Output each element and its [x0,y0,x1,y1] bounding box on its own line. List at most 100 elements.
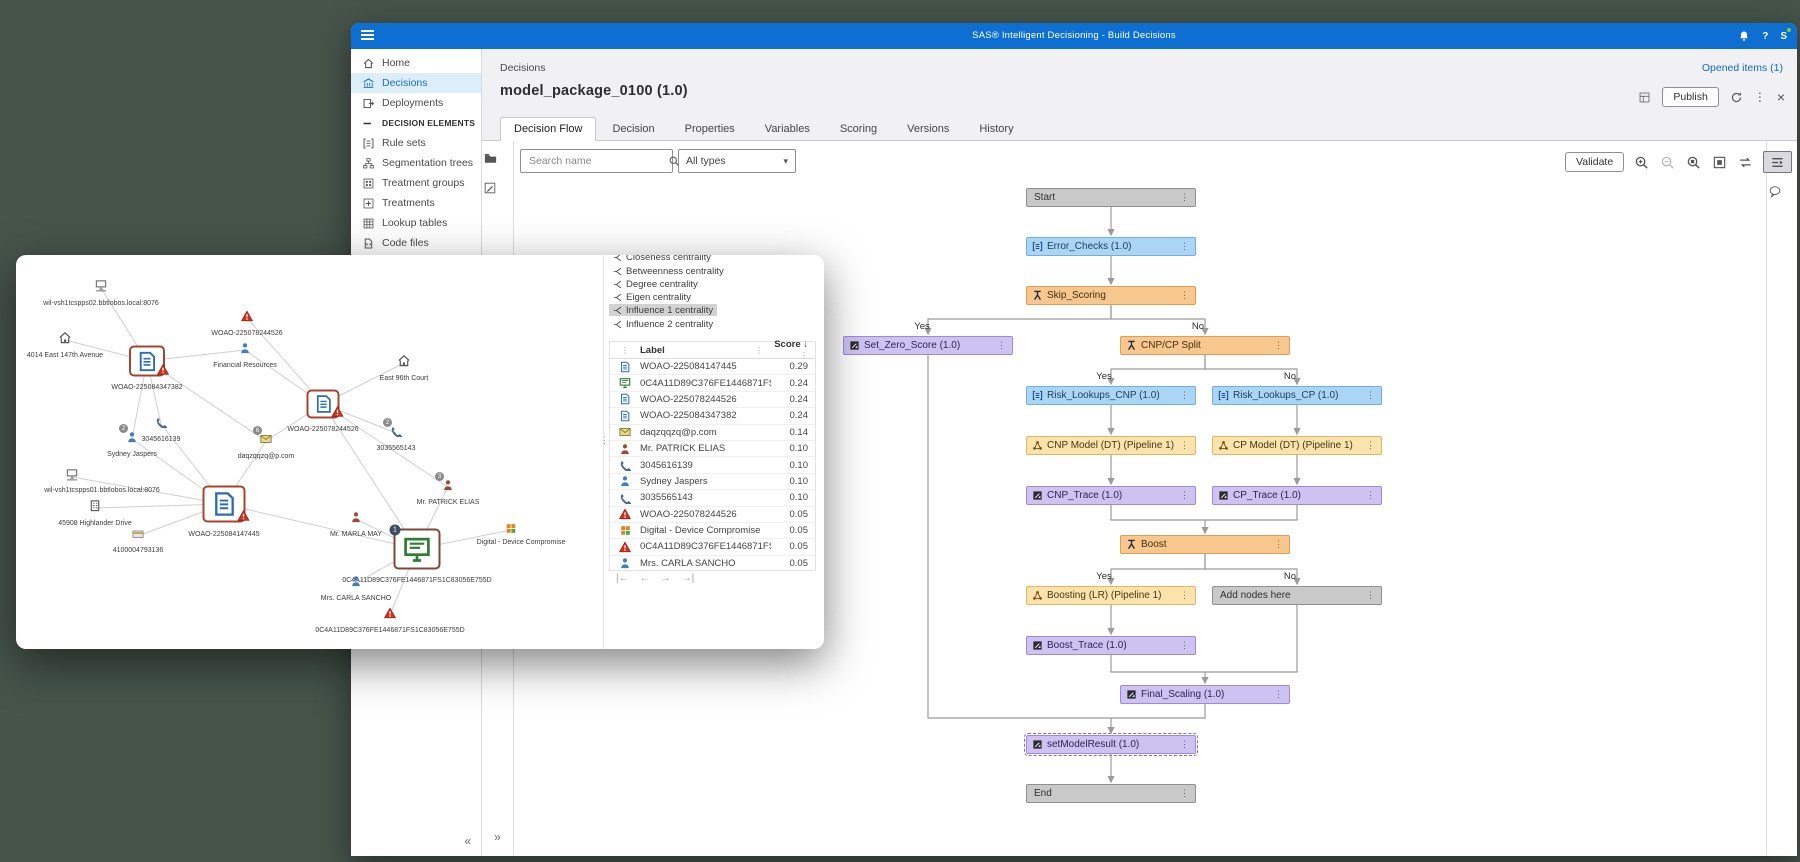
node-options-icon[interactable]: ⋮ [1272,340,1285,351]
node-options-icon[interactable]: ⋮ [1364,390,1377,401]
table-row[interactable]: WOAO-225084147445 0.29 [610,359,815,376]
flow-node-boosting[interactable]: Boosting (LR) (Pipeline 1) ⋮ [1026,586,1196,605]
column-kebab-icon[interactable]: ⋮ [610,346,640,355]
flow-node-risk-lookups-cnp[interactable]: Risk_Lookups_CNP (1.0) ⋮ [1026,386,1196,405]
flow-node-start[interactable]: Start ⋮ [1026,188,1196,207]
node-options-icon[interactable]: ⋮ [1178,440,1191,451]
avatar[interactable]: S [1780,27,1791,42]
node-options-icon[interactable]: ⋮ [1178,192,1191,203]
tab-variables[interactable]: Variables [751,117,824,141]
flow-node-cp-model[interactable]: CP Model (DT) (Pipeline 1) ⋮ [1212,436,1382,455]
flow-node-error-checks[interactable]: Error_Checks (1.0) ⋮ [1026,237,1196,256]
breadcrumb[interactable]: Decisions [500,62,546,74]
node-options-icon[interactable]: ⋮ [995,340,1008,351]
graph-node-syd[interactable]: 2 [119,424,138,448]
metric-option-influence-1-centrality[interactable]: Influence 1 centrality [609,304,718,316]
table-row[interactable]: 3035565143 0.10 [610,490,815,507]
graph-node-house2[interactable] [398,354,411,372]
flow-node-final-scaling[interactable]: Final_Scaling (1.0) ⋮ [1120,685,1290,704]
flow-node-add-nodes-here[interactable]: Add nodes here ⋮ [1212,586,1382,605]
last-page-icon[interactable]: →| [682,573,695,584]
column-kebab-icon[interactable]: ⋮ [755,346,763,355]
tab-decision[interactable]: Decision [598,117,668,141]
opened-items-link[interactable]: Opened items (1) [1702,62,1783,74]
table-row[interactable]: 0C4A11D89C376FE1446871FS… 0.05 [610,539,815,556]
flow-node-cnp-trace[interactable]: CNP_Trace (1.0) ⋮ [1026,486,1196,505]
publish-button[interactable]: Publish [1662,87,1719,107]
graph-node-tri2[interactable] [384,606,396,624]
metric-option-eigen-centrality[interactable]: Eigen centrality [609,291,695,303]
node-options-icon[interactable]: ⋮ [1364,590,1377,601]
graph-node-card[interactable] [132,527,144,545]
metric-option-degree-centrality[interactable]: Degree centrality [609,278,702,290]
sidebar-item-decisions[interactable]: Decisions [351,73,481,93]
node-options-icon[interactable]: ⋮ [1178,490,1191,501]
graph-node-digi[interactable] [506,521,517,539]
graph-node-bldg[interactable] [89,499,102,517]
flow-node-cnp-cp-split[interactable]: CNP/CP Split ⋮ [1120,336,1290,355]
graph-node-doc3[interactable] [202,485,250,523]
node-options-icon[interactable]: ⋮ [1178,640,1191,651]
tab-scoring[interactable]: Scoring [826,117,891,141]
sidebar-item-deployments[interactable]: Deployments [351,93,481,113]
pane-divider-handle[interactable]: ⋮ [600,435,609,446]
graph-node-pc02[interactable] [95,279,108,297]
graph-node-phone2[interactable]: 2 [383,418,402,442]
tab-history[interactable]: History [965,117,1027,141]
node-options-icon[interactable]: ⋮ [1178,290,1191,301]
label-column-header[interactable]: Label [640,345,755,356]
flow-node-set-model-result[interactable]: setModelResult (1.0) ⋮ [1024,733,1198,756]
table-row[interactable]: Mr. PATRICK ELIAS 0.10 [610,441,815,458]
graph-node-pat[interactable]: 3 [435,472,454,496]
sidebar-item-code-files[interactable]: Code files [351,233,481,253]
flow-node-boost[interactable]: Boost ⋮ [1120,535,1290,554]
metric-option-betweenness-centrality[interactable]: Betweenness centrality [609,265,728,277]
table-row[interactable]: daqzqqzq@p.com 0.14 [610,425,815,441]
metric-option-influence-2-centrality[interactable]: Influence 2 centrality [609,318,717,330]
metric-option-closeness-centrality[interactable]: Closeness centrality [609,255,715,263]
graph-node-mon[interactable]: 1 [389,524,441,570]
table-row[interactable]: Sydney Jaspers 0.10 [610,474,815,491]
graph-node-doc2[interactable] [306,389,344,419]
table-row[interactable]: 0C4A11D89C376FE1446871FS… 0.24 [610,375,815,392]
table-row[interactable]: WOAO-225084347382 0.24 [610,408,815,425]
refresh-icon[interactable] [1730,91,1743,104]
graph-node-marla[interactable] [350,510,362,528]
first-page-icon[interactable]: |← [616,573,629,584]
table-row[interactable]: Digital - Device Compromise 0.05 [610,523,815,540]
tab-decision-flow[interactable]: Decision Flow [500,117,597,141]
grid-icon[interactable] [1638,91,1651,104]
tab-properties[interactable]: Properties [671,117,749,141]
help-icon[interactable]: ? [1762,31,1768,42]
sidebar-item-lookup-tables[interactable]: Lookup tables [351,213,481,233]
sidebar-item-treatment-groups[interactable]: Treatment groups [351,173,481,193]
previous-page-icon[interactable]: ← [640,573,650,584]
graph-node-tri1[interactable] [241,309,253,327]
node-options-icon[interactable]: ⋮ [1178,590,1191,601]
node-options-icon[interactable]: ⋮ [1178,241,1191,252]
bell-icon[interactable] [1738,30,1750,42]
graph-node-phone1[interactable] [155,415,167,433]
score-column-header[interactable]: Score ↓ ⋮ [771,339,815,361]
flow-node-set-zero-score[interactable]: Set_Zero_Score (1.0) ⋮ [843,336,1013,355]
flow-node-skip-scoring[interactable]: Skip_Scoring ⋮ [1026,286,1196,305]
flow-node-cp-trace[interactable]: CP_Trace (1.0) ⋮ [1212,486,1382,505]
tab-versions[interactable]: Versions [893,117,963,141]
flow-node-risk-lookups-cp[interactable]: Risk_Lookups_CP (1.0) ⋮ [1212,386,1382,405]
sidebar-item-treatments[interactable]: Treatments [351,193,481,213]
node-options-icon[interactable]: ⋮ [1272,539,1285,550]
graph-node-pc01[interactable] [66,468,79,486]
flow-node-cnp-model[interactable]: CNP Model (DT) (Pipeline 1) ⋮ [1026,436,1196,455]
next-page-icon[interactable]: → [661,573,671,584]
sidebar-collapse-button[interactable]: « [464,834,471,848]
node-options-icon[interactable]: ⋮ [1178,739,1191,750]
flow-node-end[interactable]: End ⋮ [1026,784,1196,803]
graph-node-carla[interactable] [350,574,362,592]
sidebar-item-rule-sets[interactable]: Rule sets [351,133,481,153]
graph-node-env[interactable]: 6 [253,426,272,450]
graph-node-house1[interactable] [59,331,72,349]
table-row[interactable]: WOAO-225078244526 0.24 [610,392,815,409]
more-options-icon[interactable]: ⋮ [1754,91,1766,103]
table-row[interactable]: WOAO-225078244526 0.05 [610,507,815,523]
node-options-icon[interactable]: ⋮ [1364,440,1377,451]
